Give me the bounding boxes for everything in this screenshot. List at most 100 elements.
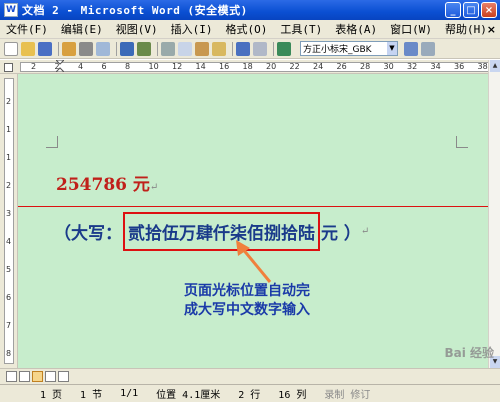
undo-icon[interactable] <box>236 41 250 56</box>
menu-help[interactable]: 帮助(H) <box>445 21 487 37</box>
menu-window[interactable]: 窗口(W) <box>390 21 432 37</box>
annotation-callout: 页面光标位置自动完 成大写中文数字输入 <box>184 282 310 320</box>
normal-view-button[interactable] <box>6 371 17 382</box>
ruler-number: 16 <box>219 62 230 71</box>
menu-edit[interactable]: 编辑(E) <box>61 21 103 37</box>
red-separator-line <box>18 206 488 207</box>
ruler-number: 1 <box>6 125 12 134</box>
highlighted-caps-value: 贰拾伍万肆仟柒佰捌拾陆 <box>123 212 320 251</box>
menu-view[interactable]: 视图(V) <box>116 21 158 37</box>
ruler-number: 6 <box>6 293 12 302</box>
ruler-number: 10 <box>148 62 159 71</box>
status-section: 1 节 <box>80 390 103 401</box>
toolbar-separator <box>273 41 274 56</box>
ruler-number: 8 <box>125 62 131 71</box>
menu-format[interactable]: 格式(O) <box>226 21 268 37</box>
caps-prefix: （大写： <box>54 224 122 244</box>
permission-icon[interactable] <box>62 41 76 56</box>
menu-table[interactable]: 表格(A) <box>335 21 377 37</box>
ruler-number: 12 <box>172 62 183 71</box>
vertical-ruler: 2 1 1 2 3 4 5 6 7 8 <box>0 74 18 368</box>
ruler-number: 3 <box>6 209 12 218</box>
status-column: 16 列 <box>278 390 307 401</box>
toolbar-separator <box>116 41 117 56</box>
chevron-down-icon[interactable]: ▼ <box>387 42 397 55</box>
word-app-icon[interactable]: W <box>4 3 18 17</box>
outline-view-button[interactable] <box>45 371 56 382</box>
ruler-scale[interactable]: 2 2 4 6 8 10 12 14 16 18 20 22 24 26 28 30 32 34 36 38 <box>20 62 490 72</box>
toolbar-separator <box>58 41 59 56</box>
toolbar-separator <box>232 41 233 56</box>
scroll-up-icon[interactable]: ▲ <box>490 60 500 72</box>
window-controls: _ □ × <box>445 2 497 18</box>
chinese-capital-amount-line: （大写： 贰拾伍万肆仟柒佰捌拾陆 元 ） ↵ <box>54 212 369 251</box>
redo-icon[interactable] <box>253 41 267 56</box>
menu-tools[interactable]: 工具(T) <box>280 21 322 37</box>
hyperlink-icon[interactable] <box>277 41 291 56</box>
ruler-number: 4 <box>6 237 12 246</box>
menu-insert[interactable]: 插入(I) <box>171 21 213 37</box>
window-title: 文档 2 - Microsoft Word (安全模式) <box>22 4 248 17</box>
ruler-number: 30 <box>383 62 394 71</box>
amount-value: 254786 元 <box>56 175 150 195</box>
ruler-number: 18 <box>242 62 253 71</box>
ruler-number: 28 <box>360 62 371 71</box>
ruler-number: 32 <box>407 62 418 71</box>
cut-icon[interactable] <box>161 41 175 56</box>
ruler-number: 34 <box>430 62 441 71</box>
format-painter-icon[interactable] <box>212 41 226 56</box>
minimize-button[interactable]: _ <box>445 2 461 18</box>
annotation-arrow-icon <box>236 240 272 283</box>
save-icon[interactable] <box>38 41 52 56</box>
toolbar-options-icon[interactable] <box>421 41 435 56</box>
close-button[interactable]: × <box>481 2 497 18</box>
vertical-scrollbar[interactable]: ▲ ▼ <box>488 60 500 368</box>
new-document-icon[interactable] <box>4 41 18 56</box>
ruler-number: 7 <box>6 321 12 330</box>
status-line: 2 行 <box>238 390 261 401</box>
paste-icon[interactable] <box>195 41 209 56</box>
ruler-number: 1 <box>6 153 12 162</box>
document-page[interactable]: 254786 元↵ （大写： 贰拾伍万肆仟柒佰捌拾陆 元 ） ↵ 页面光标位置自… <box>18 74 488 368</box>
maximize-button[interactable]: □ <box>463 2 479 18</box>
ruler-number: 26 <box>336 62 347 71</box>
indent-marker-icon[interactable] <box>56 60 64 72</box>
ruler-number: 5 <box>6 265 12 274</box>
ruler-number: 38 <box>477 62 488 71</box>
document-close-icon[interactable]: × <box>487 23 496 36</box>
font-name-select[interactable]: 方正小标宋_GBK ▼ <box>300 41 398 56</box>
reading-layout-button[interactable] <box>58 371 69 382</box>
status-record[interactable]: 录制 <box>324 386 344 401</box>
annotation-line-1: 页面光标位置自动完 <box>184 283 310 299</box>
status-page-of: 1/1 <box>120 388 139 399</box>
standard-toolbar: 方正小标宋_GBK ▼ <box>0 39 500 59</box>
print-icon[interactable] <box>79 41 93 56</box>
web-layout-button[interactable] <box>19 371 30 382</box>
bold-icon[interactable] <box>404 41 418 56</box>
margin-corner-top-left <box>46 136 58 148</box>
ruler-number: 20 <box>266 62 277 71</box>
ruler-number: 8 <box>6 349 12 358</box>
tab-selector[interactable] <box>4 63 13 72</box>
status-track-changes[interactable]: 修订 <box>350 386 370 401</box>
caps-suffix: 元 ） <box>321 224 361 244</box>
ruler-number: 22 <box>289 62 300 71</box>
title-bar: W 文档 2 - Microsoft Word (安全模式) _ □ × <box>0 0 500 20</box>
print-layout-button[interactable] <box>32 371 43 382</box>
ruler-number: 2 <box>31 62 37 71</box>
annotation-line-2: 成大写中文数字输入 <box>184 302 310 318</box>
view-buttons-bar <box>0 368 500 384</box>
ruler-number: 6 <box>101 62 107 71</box>
copy-icon[interactable] <box>178 41 192 56</box>
vertical-ruler-scale[interactable]: 2 1 1 2 3 4 5 6 7 8 <box>4 78 14 364</box>
status-bar: 1 页 1 节 1/1 位置 4.1厘米 2 行 16 列 录制 修订 <box>0 384 500 402</box>
watermark-logo: Bai 经验 <box>444 346 494 360</box>
font-name-value: 方正小标宋_GBK <box>303 45 372 55</box>
print-preview-icon[interactable] <box>96 41 110 56</box>
status-position: 位置 4.1厘米 <box>156 390 221 401</box>
spelling-icon[interactable] <box>120 41 134 56</box>
research-icon[interactable] <box>137 41 151 56</box>
amount-text: 254786 元↵ <box>56 170 158 195</box>
menu-file[interactable]: 文件(F) <box>6 21 48 37</box>
open-folder-icon[interactable] <box>21 41 35 56</box>
